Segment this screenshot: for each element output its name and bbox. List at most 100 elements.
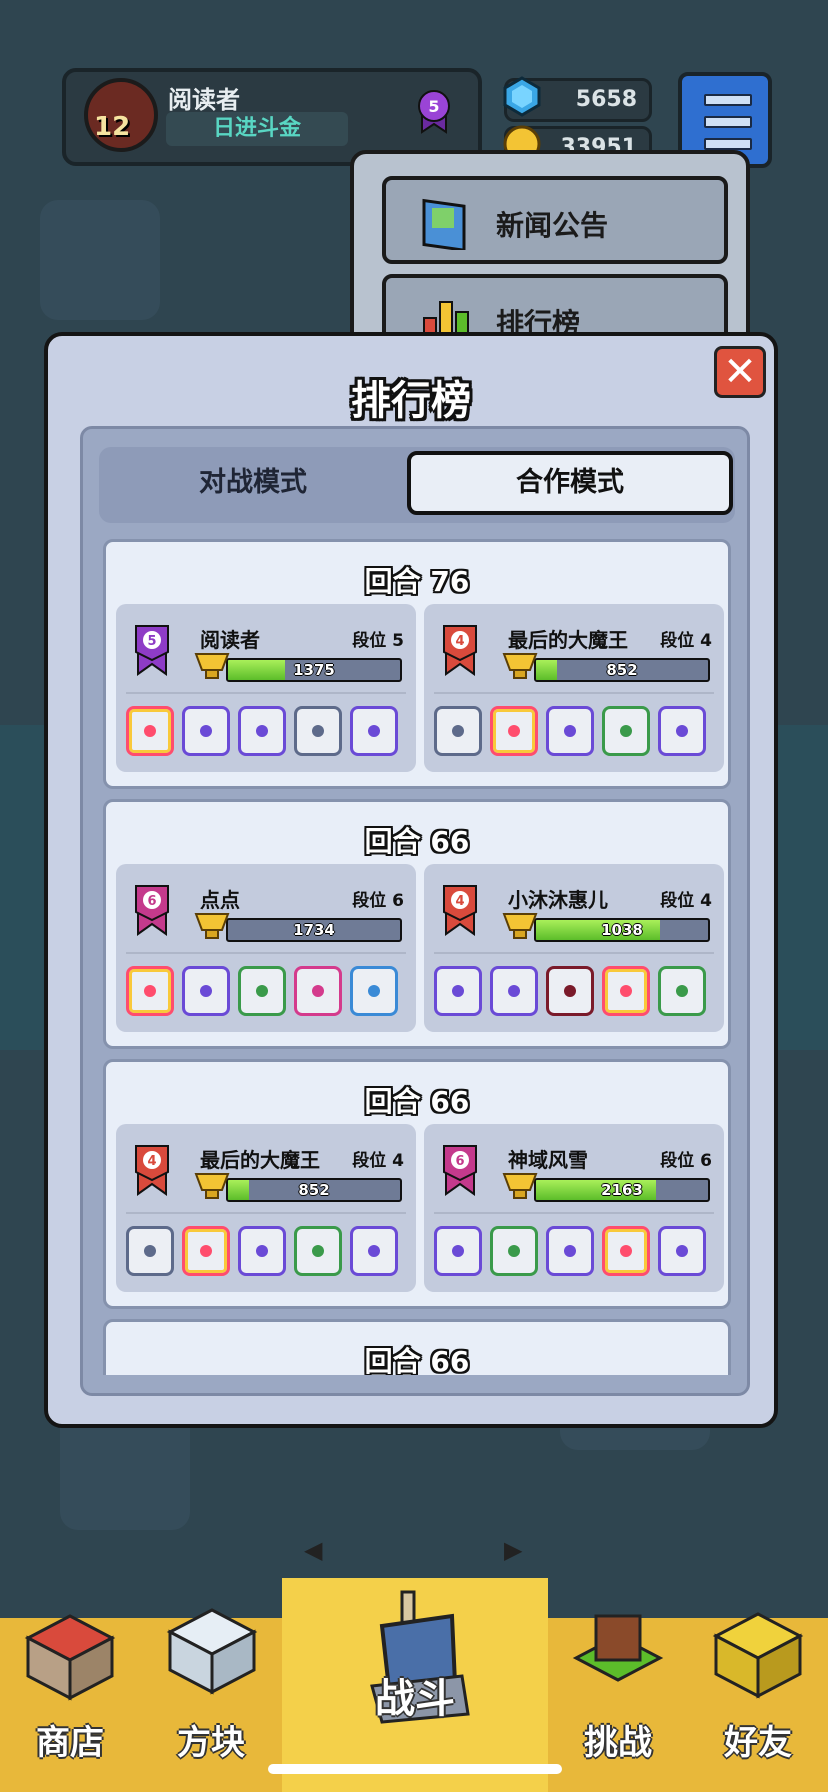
leaderboard-list[interactable]: 回合 76 5 阅读者 段位 5 1375 4 最后的大魔王 段位 4 852 回合 66 6 点点段… xyxy=(99,539,735,1375)
round-value: 66 xyxy=(430,1085,470,1118)
player-name: 小沐沐惠儿 xyxy=(508,888,608,912)
dice-pip-icon xyxy=(564,725,576,737)
dice-slot xyxy=(238,706,286,756)
trophy-icon xyxy=(502,913,538,939)
gem-value: 5658 xyxy=(575,87,637,112)
rank-value: 4 xyxy=(700,891,712,911)
rank-prefix: 段位 xyxy=(352,891,387,911)
menu-icon xyxy=(704,138,752,150)
score-value: 1375 xyxy=(293,661,335,679)
rank-prefix: 段位 xyxy=(352,1151,387,1171)
dice-slot xyxy=(182,1226,230,1276)
dice-pip-icon xyxy=(144,1245,156,1257)
dice-pip-icon xyxy=(620,1245,632,1257)
nav-label: 方块 xyxy=(177,1723,245,1763)
tab-coop-mode[interactable]: 合作模式 xyxy=(407,451,733,515)
dice-slot xyxy=(238,1226,286,1276)
dice-pip-icon xyxy=(312,1245,324,1257)
dice-slot xyxy=(126,966,174,1016)
dice-pip-icon xyxy=(144,985,156,997)
rank-prefix: 段位 xyxy=(660,631,695,651)
tab-battle-mode[interactable]: 对战模式 xyxy=(103,451,403,515)
round-label: 回合 xyxy=(364,1345,421,1375)
nav-label: 商店 xyxy=(36,1723,104,1763)
dice-pip-icon xyxy=(368,985,380,997)
ribbon-rank-value: 4 xyxy=(455,634,464,649)
rank-value: 4 xyxy=(392,1151,404,1171)
dice-slot xyxy=(182,966,230,1016)
round-label: 回合 xyxy=(364,565,421,598)
rank-ribbon-icon: 5 xyxy=(135,625,169,676)
player-entry[interactable]: 4 小沐沐惠儿 段位 4 1038 xyxy=(424,864,724,1032)
close-icon: ✕ xyxy=(723,349,757,395)
dice-pip-icon xyxy=(452,1245,464,1257)
divider xyxy=(434,692,714,694)
round-card: 回合 76 5 阅读者 段位 5 1375 4 最后的大魔王 段位 4 852 xyxy=(103,539,731,789)
gem-counter: 5658 xyxy=(503,76,652,122)
player-rank: 段位 5 xyxy=(352,626,404,651)
rank-ribbon-icon: 5 xyxy=(418,90,450,134)
dice-slot xyxy=(350,966,398,1016)
nav-prev-icon[interactable]: ◀ xyxy=(304,1536,322,1564)
round-number: 回合 66 xyxy=(106,1340,728,1375)
trophy-icon xyxy=(194,653,230,679)
dice-pip-icon xyxy=(368,1245,380,1257)
dice-slot xyxy=(434,706,482,756)
round-number: 回合 76 xyxy=(106,560,728,600)
rank-value: 6 xyxy=(392,891,404,911)
player-rank: 段位 6 xyxy=(660,1146,712,1171)
nav-dice[interactable]: 方块 xyxy=(140,1608,282,1792)
divider xyxy=(434,952,714,954)
dice-slot xyxy=(658,966,706,1016)
nav-challenge[interactable]: 挑战 xyxy=(548,1614,688,1792)
dice-pip-icon xyxy=(564,985,576,997)
dice-slot xyxy=(434,966,482,1016)
dropdown-menu: 新闻公告 排行榜 xyxy=(350,150,750,362)
divider xyxy=(126,692,406,694)
player-name: 阅读者 xyxy=(168,86,240,114)
rank-value: 5 xyxy=(392,631,404,651)
rank-prefix: 段位 xyxy=(660,891,695,911)
player-name: 最后的大魔王 xyxy=(508,628,628,652)
dice-slot xyxy=(126,1226,174,1276)
round-card: 回合 66 6 点点 段位 6 1734 4 小沐沐惠儿 段位 4 1038 xyxy=(103,799,731,1049)
dice-pip-icon xyxy=(508,985,520,997)
dice-pip-icon xyxy=(676,1245,688,1257)
player-entry[interactable]: 4 最后的大魔王 段位 4 852 xyxy=(424,604,724,772)
trophy-icon xyxy=(194,913,230,939)
nav-next-icon[interactable]: ▶ xyxy=(504,1536,522,1564)
ribbon-rank-value: 4 xyxy=(147,1154,156,1169)
menu-item-news[interactable]: 新闻公告 xyxy=(382,176,728,264)
player-entry[interactable]: 4 最后的大魔王 段位 4 852 xyxy=(116,1124,416,1292)
dice-slot xyxy=(658,1226,706,1276)
dice-slot xyxy=(490,1226,538,1276)
rank-value: 4 xyxy=(700,631,712,651)
divider xyxy=(126,952,406,954)
dice-slot xyxy=(350,1226,398,1276)
dice-pip-icon xyxy=(200,1245,212,1257)
dice-pip-icon xyxy=(200,985,212,997)
close-button[interactable]: ✕ xyxy=(714,346,766,398)
nav-shop[interactable]: 商店 xyxy=(0,1614,140,1792)
challenge-icon xyxy=(572,1614,664,1682)
rank-value: 6 xyxy=(700,1151,712,1171)
dice-slot xyxy=(546,1226,594,1276)
dice-slot xyxy=(238,966,286,1016)
score-value: 852 xyxy=(298,1181,330,1199)
mode-tabs: 对战模式 合作模式 xyxy=(99,447,735,523)
nav-battle[interactable]: 战斗 xyxy=(282,1578,548,1792)
ribbon-rank-value: 5 xyxy=(147,634,156,649)
player-entry[interactable]: 5 阅读者 段位 5 1375 xyxy=(116,604,416,772)
nav-friends[interactable]: 好友 xyxy=(688,1612,828,1792)
rank-ribbon-icon: 6 xyxy=(443,1145,477,1196)
trophy-icon xyxy=(194,1173,230,1199)
score-value: 852 xyxy=(606,661,638,679)
dice-pip-icon xyxy=(620,985,632,997)
modal-title: 排行榜 xyxy=(351,378,471,424)
divider xyxy=(434,1212,714,1214)
score-bar: 852 xyxy=(534,658,710,682)
dice-pip-icon xyxy=(256,985,268,997)
player-entry[interactable]: 6 点点 段位 6 1734 xyxy=(116,864,416,1032)
player-entry[interactable]: 6 神域风雪 段位 6 2163 xyxy=(424,1124,724,1292)
dice-slot xyxy=(602,1226,650,1276)
